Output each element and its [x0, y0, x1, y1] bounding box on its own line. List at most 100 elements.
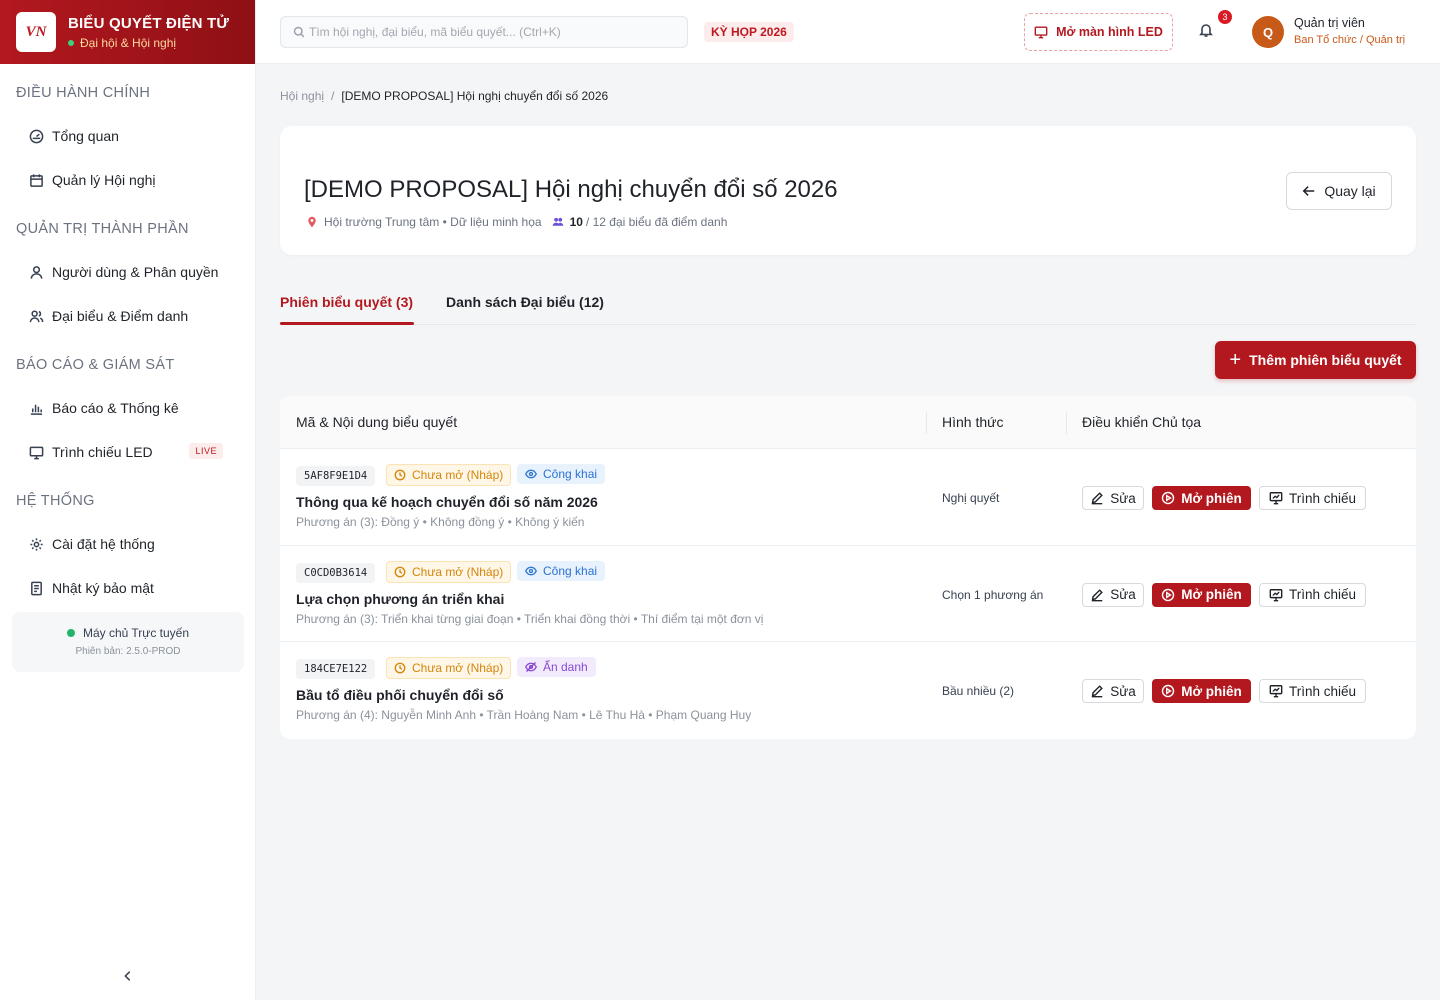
- session-code: 5AF8F9E1D4: [296, 466, 376, 486]
- sidebar-item-label: Người dùng & Phân quyền: [52, 264, 219, 280]
- sidebar-item-settings[interactable]: Cài đặt hệ thống: [0, 522, 255, 566]
- open-session-button[interactable]: Mở phiên: [1152, 679, 1251, 703]
- arrow-left-icon: [1302, 186, 1315, 196]
- tab-voting-sessions[interactable]: Phiên biểu quyết (3): [280, 294, 413, 310]
- session-options: Phương án (3): Triển khai từng giai đoạn…: [296, 611, 764, 626]
- pencil-icon: [1091, 492, 1104, 505]
- sidebar-item-led[interactable]: Trình chiếu LED LIVE: [0, 430, 255, 474]
- session-options: Phương án (3): Đồng ý • Không đồng ý • K…: [296, 515, 585, 529]
- sidebar-item-reports[interactable]: Báo cáo & Thống kê: [0, 386, 255, 430]
- nav-section-title: QUẢN TRỊ THÀNH PHẦN: [16, 221, 189, 237]
- session-options: Phương án (4): Nguyễn Minh Anh • Trần Ho…: [296, 708, 752, 722]
- search-input[interactable]: [309, 25, 679, 39]
- server-version: Phiên bản: 2.5.0-PROD: [75, 646, 181, 657]
- sidebar-item-label: Cài đặt hệ thống: [52, 536, 155, 552]
- play-circle-icon: [1161, 684, 1175, 698]
- user-icon: [28, 264, 44, 280]
- nav-section-title: BÁO CÁO & GIÁM SÁT: [16, 357, 175, 373]
- pencil-icon: [1091, 685, 1104, 698]
- avatar[interactable]: Q: [1252, 16, 1284, 48]
- conference-location: Hội trường Trung tâm • Dữ liệu minh họa: [324, 215, 542, 229]
- table-row: C0CD0B3614 Chưa mở (Nháp) Công khai Lựa …: [280, 546, 1416, 642]
- attendees-icon: [552, 217, 563, 226]
- column-header-content: Mã & Nội dung biểu quyết: [296, 414, 458, 430]
- sidebar-item-security-log[interactable]: Nhật ký bảo mật: [0, 566, 255, 610]
- sidebar-item-dashboard[interactable]: Tổng quan: [0, 114, 255, 158]
- online-dot-icon: [66, 629, 75, 637]
- status-text: Chưa mở (Nháp): [412, 661, 504, 675]
- brand-subtitle-text: Đại hội & Hội nghị: [80, 35, 177, 50]
- tab-delegates[interactable]: Danh sách Đại biểu (12): [446, 294, 604, 310]
- session-title: Thông qua kế hoạch chuyển đổi số năm 202…: [296, 494, 598, 510]
- users-icon: [28, 308, 44, 324]
- tabs: Phiên biểu quyết (3) Danh sách Đại biểu …: [280, 286, 1416, 325]
- conference-meta: Hội trường Trung tâm • Dữ liệu minh họa …: [306, 215, 727, 229]
- user-name[interactable]: Quản trị viên: [1294, 16, 1365, 30]
- sidebar-item-delegates[interactable]: Đại biểu & Điểm danh: [0, 294, 255, 338]
- breadcrumb-current: [DEMO PROPOSAL] Hội nghị chuyển đổi số 2…: [341, 89, 609, 103]
- present-button[interactable]: Trình chiếu: [1259, 486, 1366, 510]
- voting-sessions-table: Mã & Nội dung biểu quyết Hình thức Điều …: [280, 396, 1416, 739]
- open-session-button[interactable]: Mở phiên: [1152, 486, 1251, 510]
- live-badge: LIVE: [189, 443, 223, 459]
- add-voting-session-button[interactable]: + Thêm phiên biểu quyết: [1215, 341, 1416, 379]
- conference-header-card: [DEMO PROPOSAL] Hội nghị chuyển đổi số 2…: [280, 126, 1416, 255]
- add-button-label: Thêm phiên biểu quyết: [1249, 352, 1402, 368]
- clock-icon: [394, 662, 406, 674]
- attendance-text: / 12 đại biểu đã điểm danh: [585, 215, 728, 229]
- edit-label: Sửa: [1110, 683, 1136, 699]
- attendance-count: 10: [569, 215, 583, 229]
- brand-title: BIỂU QUYẾT ĐIỆN TỬ: [68, 14, 230, 32]
- sidebar-item-users[interactable]: Người dùng & Phân quyền: [0, 250, 255, 294]
- edit-label: Sửa: [1110, 490, 1136, 506]
- play-circle-icon: [1161, 588, 1175, 601]
- collapse-sidebar-button[interactable]: [118, 966, 138, 986]
- table-row: 5AF8F9E1D4 Chưa mở (Nháp) Công khai Thôn…: [280, 449, 1416, 546]
- status-badge: Chưa mở (Nháp): [386, 464, 512, 486]
- open-led-label: Mở màn hình LED: [1056, 25, 1163, 39]
- logo-text: VN: [25, 23, 47, 40]
- sidebar-item-label: Nhật ký bảo mật: [52, 580, 154, 596]
- search-icon: [293, 26, 305, 38]
- edit-button[interactable]: Sửa: [1082, 582, 1144, 607]
- present-label: Trình chiếu: [1288, 490, 1357, 506]
- bell-icon: [1199, 24, 1213, 37]
- nav-section-title: HỆ THỐNG: [16, 493, 95, 509]
- pencil-icon: [1091, 588, 1104, 601]
- edit-button[interactable]: Sửa: [1082, 486, 1144, 510]
- status-badge: Chưa mở (Nháp): [386, 657, 512, 679]
- session-title: Lựa chọn phương án triển khai: [296, 590, 505, 607]
- sidebar-item-label: Đại biểu & Điểm danh: [52, 308, 189, 324]
- sidebar-item-conferences[interactable]: Quản lý Hội nghị: [0, 158, 255, 202]
- monitor-icon: [1034, 26, 1048, 39]
- breadcrumb-parent-link[interactable]: Hội nghị: [280, 89, 324, 103]
- notification-button[interactable]: [1198, 22, 1218, 42]
- breadcrumb: Hội nghị / [DEMO PROPOSAL] Hội nghị chuyển…: [280, 89, 608, 103]
- location-pin-icon: [308, 216, 316, 228]
- calendar-icon: [28, 172, 44, 188]
- present-label: Trình chiếu: [1288, 587, 1357, 602]
- open-led-button[interactable]: Mở màn hình LED: [1024, 13, 1173, 51]
- column-divider: [1066, 412, 1067, 434]
- eye-icon: [525, 566, 537, 575]
- status-dot-icon: [68, 39, 74, 46]
- gauge-icon: [28, 128, 44, 144]
- brand-header[interactable]: VN BIỂU QUYẾT ĐIỆN TỬ Đại hội & Hội nghị: [0, 0, 255, 64]
- present-button[interactable]: Trình chiếu: [1259, 582, 1366, 607]
- gear-icon: [28, 536, 44, 552]
- sidebar: VN BIỂU QUYẾT ĐIỆN TỬ Đại hội & Hội nghị…: [0, 0, 256, 1000]
- visibility-badge: Công khai: [517, 464, 606, 484]
- plus-icon: +: [1229, 349, 1242, 371]
- back-button-label: Quay lại: [1324, 183, 1376, 199]
- back-button[interactable]: Quay lại: [1286, 172, 1392, 210]
- server-status-box: Máy chủ Trực tuyến Phiên bản: 2.5.0-PROD: [12, 612, 244, 672]
- visibility-text: Công khai: [543, 467, 598, 481]
- present-button[interactable]: Trình chiếu: [1259, 679, 1366, 703]
- open-session-button[interactable]: Mở phiên: [1152, 582, 1251, 607]
- brand-logo: VN: [16, 12, 56, 52]
- presentation-icon: [1269, 685, 1283, 698]
- nav-section-title: ĐIỀU HÀNH CHÍNH: [16, 85, 151, 101]
- edit-button[interactable]: Sửa: [1082, 679, 1144, 703]
- session-type: Bầu nhiều (2): [942, 684, 1015, 698]
- search-box[interactable]: [280, 16, 688, 48]
